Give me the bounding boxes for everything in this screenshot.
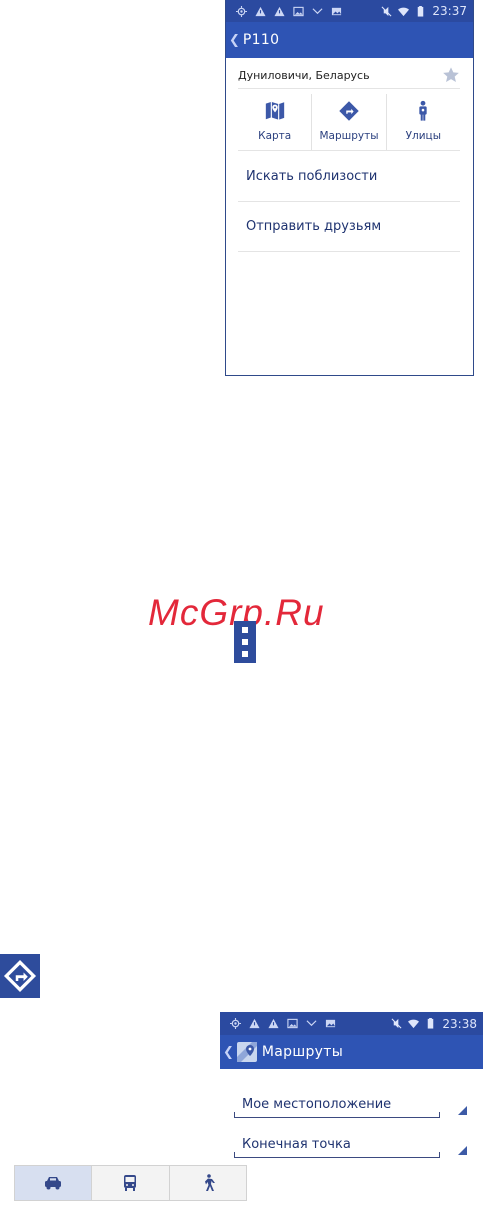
street-view-button[interactable]: Улицы [385,94,460,150]
image-icon [293,6,304,16]
directions-label: Маршруты [319,130,379,142]
status-time: 23:37 [432,4,467,18]
mute-icon [381,6,392,16]
place-screen: 23:37 ❮ P110 Дуниловичи, Беларусь Карта … [225,0,474,376]
back-chevron-icon[interactable]: ❮ [229,33,240,48]
maps-app-icon [236,1042,257,1062]
wifi-icon [398,7,410,16]
mute-icon [391,1018,402,1029]
warning-icon [274,6,285,16]
app-bar: ❮ P110 [226,22,473,58]
gallery-icon [331,7,342,15]
page-title: Маршруты [261,1044,344,1060]
back-chevron-icon[interactable]: ❮ [223,1045,234,1060]
battery-icon [418,5,424,17]
battery-icon [428,1018,434,1029]
page-title: P110 [242,32,280,48]
map-icon [265,101,284,121]
map-label: Карта [258,130,292,142]
place-actions: Карта Маршруты Улицы [238,94,460,151]
map-button[interactable]: Карта [238,94,311,150]
dropdown-corner-icon[interactable] [458,1106,467,1115]
start-point-field[interactable]: Мое местоположение [234,1090,440,1118]
gps-icon [230,1018,241,1029]
missed-call-icon [312,7,323,14]
travel-mode-tabs [14,1165,247,1201]
missed-call-icon [306,1020,317,1027]
status-time: 23:38 [442,1016,477,1031]
street-view-label: Улицы [405,130,441,142]
place-name: Дуниловичи, Беларусь [238,68,370,82]
mode-transit[interactable] [91,1166,168,1200]
wifi-icon [408,1019,420,1029]
status-bar: 23:38 [220,1012,483,1035]
mode-walking[interactable] [168,1166,246,1200]
star-icon[interactable] [442,66,460,84]
status-bar: 23:37 [226,0,473,22]
walk-icon [204,1174,215,1191]
destination-field[interactable]: Конечная точка [234,1130,440,1158]
warning-icon [249,1018,260,1029]
bus-icon [124,1175,137,1191]
directions-badge-icon [0,954,40,998]
warning-icon [255,6,266,16]
routes-screen: 23:38 ❮ Маршруты Мое местоположение Коне… [220,1012,483,1226]
gallery-icon [325,1019,336,1028]
dropdown-corner-icon[interactable] [458,1146,467,1155]
gps-icon [236,5,247,17]
directions-button[interactable]: Маршруты [311,94,385,150]
mode-car[interactable] [15,1166,92,1200]
share-with-friends-item[interactable]: Отправить друзьям [238,202,460,252]
warning-icon [268,1018,279,1029]
car-icon [45,1177,62,1190]
overflow-menu-icon [234,621,256,663]
image-icon [287,1018,298,1029]
street-view-icon [419,100,427,121]
directions-icon [339,101,359,121]
place-header: Дуниловичи, Беларусь [238,62,460,89]
app-bar: ❮ Маршруты [220,1035,483,1069]
search-nearby-item[interactable]: Искать поблизости [238,152,460,202]
